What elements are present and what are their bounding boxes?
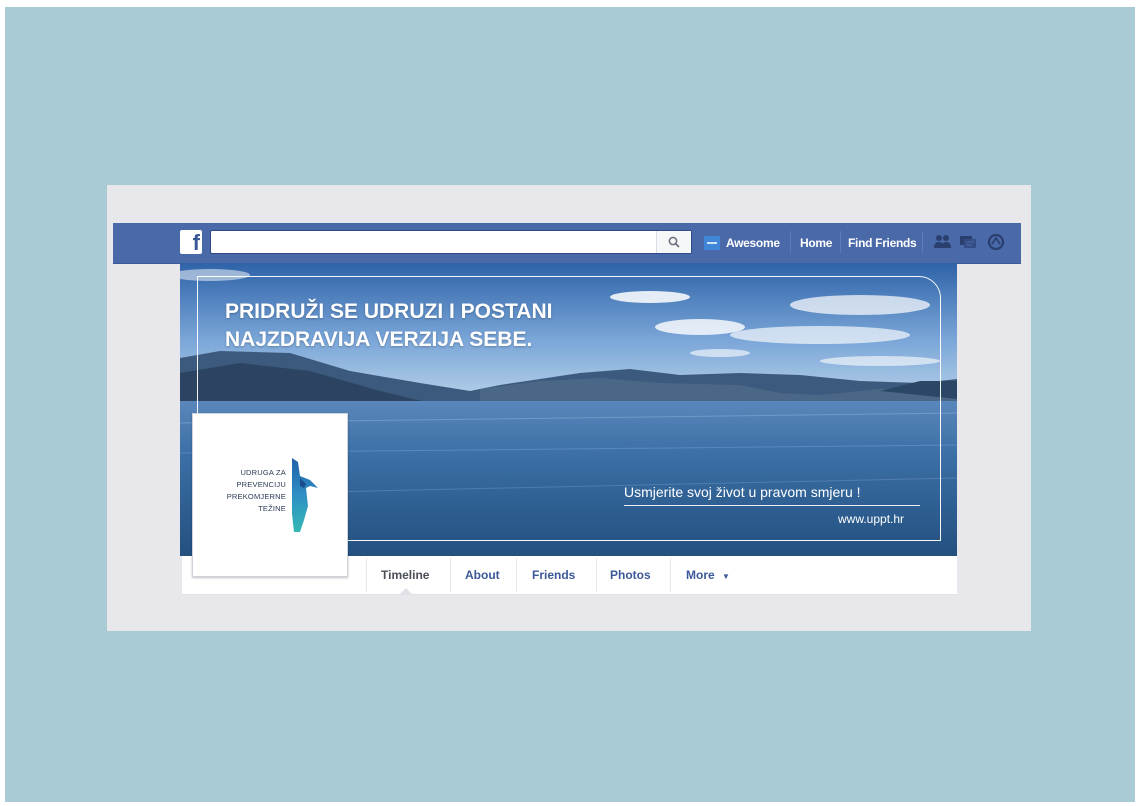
- tab-divider: [670, 558, 671, 592]
- penguin-logo-icon: [292, 458, 318, 532]
- tab-divider: [516, 558, 517, 592]
- nav-divider: [790, 231, 791, 253]
- organization-name-line-4: TEŽINE: [258, 504, 286, 513]
- search-box: [210, 230, 692, 254]
- find-friends-link[interactable]: Find Friends: [848, 236, 917, 250]
- tab-photos[interactable]: Photos: [610, 568, 651, 582]
- home-link[interactable]: Home: [800, 236, 832, 250]
- profile-link-label: Awesome: [726, 236, 780, 250]
- cover-headline-line-2: NAJZDRAVIJA VERZIJA SEBE.: [225, 328, 533, 351]
- messages-icon[interactable]: [958, 232, 978, 252]
- chevron-down-icon: ▼: [722, 572, 730, 581]
- cover-tagline: Usmjerite svoj život u pravom smjeru !: [624, 484, 861, 500]
- organization-name: UDRUGA ZA PREVENCIJU PREKOMJERNE TEŽINE: [212, 467, 286, 515]
- organization-name-line-3: PREKOMJERNE: [226, 492, 286, 501]
- facebook-logo[interactable]: f: [180, 230, 202, 255]
- cover-headline-line-1: PRIDRUŽI SE UDRUZI I POSTANI: [225, 300, 553, 323]
- tab-about[interactable]: About: [465, 568, 500, 582]
- tab-more-label: More: [686, 568, 715, 582]
- cover-headline: PRIDRUŽI SE UDRUZI I POSTANI NAJZDRAVIJA…: [225, 298, 625, 354]
- profile-link[interactable]: Awesome: [704, 236, 780, 250]
- cover-website: www.uppt.hr: [838, 512, 905, 526]
- tab-timeline[interactable]: Timeline: [381, 568, 429, 582]
- nav-divider: [922, 231, 923, 253]
- tab-more[interactable]: More ▼: [686, 568, 730, 582]
- search-input[interactable]: [215, 232, 659, 254]
- tab-divider: [366, 558, 367, 592]
- tab-friends[interactable]: Friends: [532, 568, 575, 582]
- organization-name-line-1: UDRUGA ZA: [240, 468, 286, 477]
- tab-divider: [450, 558, 451, 592]
- avatar: [704, 236, 720, 250]
- notifications-icon[interactable]: [986, 232, 1006, 252]
- nav-divider: [840, 231, 841, 253]
- search-icon: [668, 236, 680, 248]
- tagline-divider: [624, 505, 920, 506]
- friend-requests-icon[interactable]: [933, 232, 953, 252]
- search-button[interactable]: [656, 231, 691, 253]
- organization-name-line-2: PREVENCIJU: [236, 480, 286, 489]
- active-tab-caret: [400, 588, 412, 594]
- tab-divider: [596, 558, 597, 592]
